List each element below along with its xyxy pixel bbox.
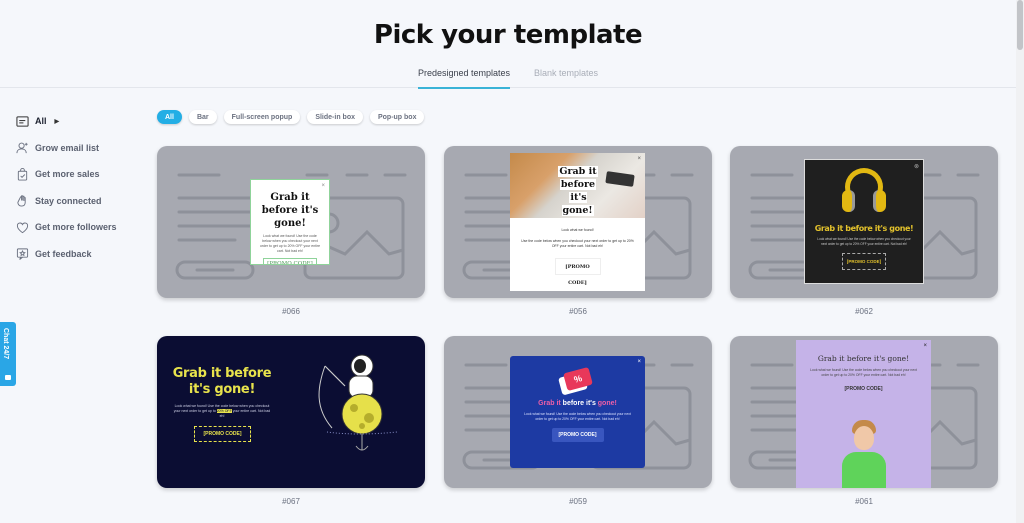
- sidebar-item-label: Stay connected: [35, 195, 102, 206]
- template-card[interactable]: × Grab it before it's gone! Look what we…: [730, 336, 998, 488]
- phone-image: [605, 171, 635, 187]
- popup-preview: × Grab it before it's gone! Look what we…: [250, 179, 330, 265]
- template-card[interactable]: × Grab it before it's gone! Look what we…: [157, 146, 425, 298]
- sidebar-item-stay-connected[interactable]: Stay connected: [16, 188, 146, 215]
- popup-body: Look what we found! Use the code below w…: [810, 368, 917, 377]
- sidebar-item-label: Get more sales: [35, 169, 100, 180]
- chat-bubble-icon: [5, 375, 11, 380]
- popup-headline: Grab it before it's gone!: [814, 224, 914, 233]
- headline-line: it's gone!: [562, 192, 594, 216]
- shopping-bag-icon: [16, 167, 29, 181]
- sidebar-item-label: All: [35, 116, 47, 127]
- template-tabs: Predesigned templates Blank templates: [0, 68, 1016, 89]
- tab-blank-templates[interactable]: Blank templates: [534, 68, 598, 89]
- close-icon: ×: [321, 183, 325, 189]
- dog-with-glasses-photo: Grab it before it's gone! ×: [510, 153, 645, 218]
- template-card[interactable]: ⊗ Grab it before it's gone! Look what we…: [730, 146, 998, 298]
- sidebar-item-grow-email-list[interactable]: Grow email list: [16, 135, 146, 162]
- chat-label: Chat 24/7: [2, 328, 9, 360]
- template-card[interactable]: × % Grab it before it's gone! Look what …: [444, 336, 712, 488]
- feedback-star-icon: [16, 247, 29, 261]
- headline-line: it's gone!: [188, 382, 256, 397]
- template-card-wrapper: Grab it before it's gone! Look what we f…: [157, 336, 425, 506]
- promo-code-button: [PROMO CODE]: [194, 426, 251, 442]
- popup-intro: Look what we found!: [561, 228, 594, 232]
- close-icon: ×: [637, 359, 641, 365]
- filter-chip-bar[interactable]: Bar: [188, 110, 217, 124]
- page-header: Pick your template Predesigned templates…: [0, 0, 1024, 89]
- headline-part: gone!: [597, 400, 617, 407]
- headline-part: before it's: [560, 400, 598, 407]
- popup-body: Look what we found! Use the code below w…: [171, 404, 273, 419]
- user-plus-icon: [16, 141, 29, 154]
- filter-chip-all[interactable]: All: [157, 110, 182, 124]
- popup-headline: Grab it before it's gone!: [558, 165, 598, 217]
- filter-chip-pop-up-box[interactable]: Pop-up box: [369, 110, 425, 124]
- template-id: #062: [855, 307, 873, 316]
- headline-line: before: [559, 179, 597, 190]
- promo-code-button: [PROMO CODE]: [263, 258, 317, 264]
- template-id: #056: [569, 307, 587, 316]
- astronaut-fishing-on-moon-illustration: [318, 354, 397, 451]
- sidebar-item-label: Grow email list: [35, 142, 100, 153]
- filter-chip-slide-in-box[interactable]: Slide-in box: [307, 110, 363, 124]
- sidebar-item-label: Get feedback: [35, 248, 92, 259]
- sidebar-item-get-more-followers[interactable]: Get more followers: [16, 214, 146, 241]
- popup-body: Use the code below when you checkout you…: [521, 239, 634, 248]
- type-filter-chips: All Bar Full-screen popup Slide-in box P…: [157, 110, 425, 124]
- category-sidebar: All ▶ Grow email list Get more sales Sta…: [16, 108, 146, 267]
- template-id: #061: [855, 497, 873, 506]
- page-scrollbar[interactable]: [1016, 0, 1024, 523]
- popup-preview: ⊗ Grab it before it's gone! Look what we…: [804, 159, 924, 284]
- headline-part: Grab it: [538, 400, 561, 407]
- filter-chip-full-screen-popup[interactable]: Full-screen popup: [223, 110, 301, 124]
- template-id: #067: [282, 497, 300, 506]
- popup-body: Look what we found! Use the code below w…: [524, 412, 631, 421]
- waving-hand-icon: [16, 194, 29, 207]
- popup-headline: Grab it before it's gone!: [817, 354, 910, 363]
- heart-icon: [16, 221, 29, 234]
- headline-line: Grab it before: [172, 366, 272, 381]
- smiling-woman-photo: [838, 418, 890, 488]
- popup-body: Look what we found! Use the code below w…: [259, 234, 321, 253]
- template-card[interactable]: Grab it before it's gone! × Look what we…: [444, 146, 712, 298]
- sidebar-item-label: Get more followers: [35, 222, 117, 233]
- sidebar-item-all[interactable]: All ▶: [16, 108, 146, 135]
- template-card-wrapper: × Grab it before it's gone! Look what we…: [730, 336, 998, 506]
- page-title: Pick your template: [373, 20, 643, 50]
- close-icon: ×: [923, 343, 927, 349]
- template-card-wrapper: × Grab it before it's gone! Look what we…: [157, 146, 425, 316]
- template-id: #059: [569, 497, 587, 506]
- popup-headline: Grab it before it's gone!: [261, 192, 319, 229]
- discount-ticket-icon: %: [562, 366, 593, 392]
- layout-icon: [16, 115, 29, 128]
- template-card-wrapper: ⊗ Grab it before it's gone! Look what we…: [730, 146, 998, 316]
- promo-code-button: [PROMO CODE]: [842, 253, 886, 270]
- popup-preview: Grab it before it's gone! × Look what we…: [510, 153, 645, 291]
- popup-body: Look what we found! Use the code below w…: [817, 237, 911, 246]
- tab-predesigned-templates[interactable]: Predesigned templates: [417, 68, 510, 89]
- template-id: #066: [282, 307, 300, 316]
- template-card-wrapper: × % Grab it before it's gone! Look what …: [444, 336, 712, 506]
- promo-code-button: [PROMO CODE]: [554, 258, 601, 286]
- chat-button[interactable]: Chat 24/7: [0, 322, 16, 386]
- template-card[interactable]: Grab it before it's gone! Look what we f…: [157, 336, 425, 488]
- sidebar-item-get-feedback[interactable]: Get feedback: [16, 241, 146, 268]
- discount-highlight: 20% OFF: [216, 409, 232, 413]
- promo-code-button: [PROMO CODE]: [844, 386, 883, 392]
- sidebar-item-get-more-sales[interactable]: Get more sales: [16, 161, 146, 188]
- close-icon: ×: [637, 156, 641, 162]
- popup-preview: × % Grab it before it's gone! Look what …: [510, 356, 645, 468]
- caret-right-icon: ▶: [54, 118, 60, 125]
- scrollbar-thumb[interactable]: [1017, 0, 1023, 50]
- popup-preview: Grab it before it's gone! Look what we f…: [157, 336, 425, 488]
- popup-headline: Grab it before it's gone!: [510, 400, 645, 407]
- headline-line: Grab it: [558, 166, 598, 177]
- close-icon: ⊗: [913, 164, 919, 170]
- popup-headline: Grab it before it's gone!: [171, 366, 273, 398]
- popup-preview: × Grab it before it's gone! Look what we…: [796, 340, 931, 488]
- promo-code-button: [PROMO CODE]: [551, 428, 604, 442]
- headphones-image: [839, 168, 889, 218]
- template-card-wrapper: Grab it before it's gone! × Look what we…: [444, 146, 712, 316]
